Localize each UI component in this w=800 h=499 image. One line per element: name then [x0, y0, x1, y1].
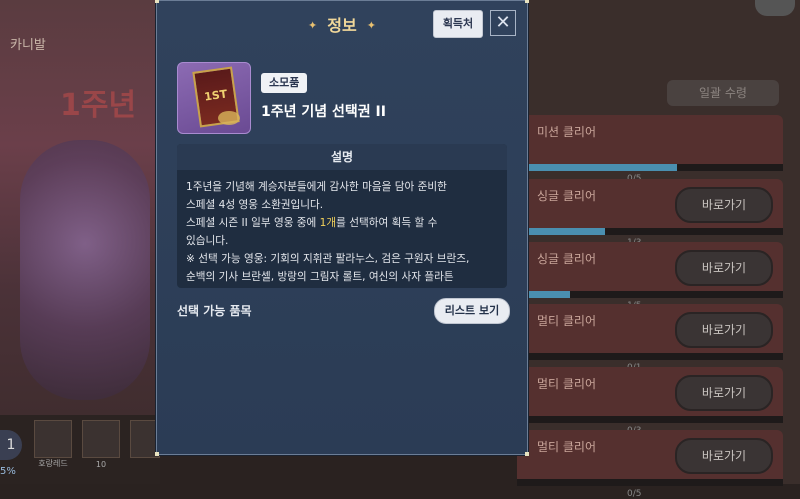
mission-list: 일괄 수령 미션 클리어0/5싱글 클리어바로가기1/3싱글 클리어바로가기1/… — [517, 0, 800, 499]
mission-count: 0/5 — [627, 489, 642, 499]
mission-progress-bar — [517, 479, 783, 486]
description-panel: 설명 1주년을 기념해 계승자분들에게 감사한 마음을 담아 준비한 스페셜 4… — [177, 144, 507, 288]
mission-title: 싱글 클리어 — [537, 189, 597, 203]
description-line: 스페셜 시즌 II 일부 영웅 중에 1개를 선택하여 획득 할 수 — [186, 217, 438, 229]
view-list-button[interactable]: 리스트 보기 — [434, 298, 510, 324]
mission-progress-bar — [517, 353, 783, 360]
description-line: 스페셜 4성 영웅 소환권입니다. — [186, 199, 324, 211]
go-to-button[interactable]: 바로가기 — [675, 312, 773, 348]
claim-all-button[interactable]: 일괄 수령 — [667, 80, 779, 106]
corner-ornament — [525, 452, 529, 456]
description-line: 있습니다. — [186, 235, 229, 247]
reward-slot[interactable]: 10 — [82, 420, 120, 469]
mission-row: 멀티 클리어 바로가기 0/5 — [517, 430, 783, 499]
dialog-header: ✦ 정보 ✦ 획득처 ✕ — [157, 1, 527, 41]
mission-title: 미션 클리어 — [537, 125, 597, 139]
acquisition-source-button[interactable]: 획득처 — [433, 10, 483, 38]
progress-fill — [517, 228, 605, 235]
description-line: 순백의 기사 브란셀, 방랑의 그림자 롤트, 여신의 사자 플라튼 — [186, 271, 454, 283]
star-icon: ✦ — [366, 19, 376, 32]
mission-title: 멀티 클리어 — [537, 314, 597, 328]
mission-title: 멀티 클리어 — [537, 440, 597, 454]
coin-decoration — [218, 111, 240, 125]
go-to-button[interactable]: 바로가기 — [675, 250, 773, 286]
mission-row: 싱글 클리어바로가기1/5 — [517, 242, 783, 311]
reward-slot[interactable]: 호랑레드 — [34, 420, 72, 468]
corner-ornament — [155, 452, 159, 456]
mission-row: 미션 클리어0/5 — [517, 115, 783, 184]
progress-fill — [517, 164, 677, 171]
event-panel: 카니발 1주년 1 5% 호랑레드 10 — [0, 0, 160, 484]
character-illustration — [20, 140, 150, 400]
menu-icon[interactable] — [755, 0, 795, 16]
highlight-count: 1개 — [319, 217, 337, 229]
mission-title: 멀티 클리어 — [537, 377, 597, 391]
mission-row: 멀티 클리어바로가기0/1 — [517, 304, 783, 373]
mission-progress-bar — [517, 164, 783, 171]
event-banner: 1주년 — [60, 88, 137, 123]
selectable-items-label: 선택 가능 품목 — [177, 304, 252, 318]
category-badge: 소모품 — [261, 73, 308, 93]
go-to-button[interactable]: 바로가기 — [675, 438, 773, 474]
mission-row: 싱글 클리어바로가기1/3 — [517, 179, 783, 248]
description-line: 1주년을 기념해 계승자분들에게 감사한 마음을 담아 준비한 — [186, 181, 447, 193]
mission-title: 싱글 클리어 — [537, 252, 597, 266]
mission-row: 멀티 클리어바로가기0/3 — [517, 367, 783, 436]
mission-progress-bar — [517, 228, 783, 235]
item-name: 1주년 기념 선택권 II — [261, 104, 386, 120]
level-percent: 5% — [0, 466, 16, 477]
star-icon: ✦ — [308, 19, 318, 32]
mission-progress-bar — [517, 291, 783, 298]
close-icon[interactable]: ✕ — [490, 10, 516, 36]
ticket-icon: 1ST — [177, 62, 251, 134]
go-to-button[interactable]: 바로가기 — [675, 375, 773, 411]
description-header: 설명 — [177, 144, 507, 170]
item-info-dialog: ✦ 정보 ✦ 획득처 ✕ 1ST 소모품 1주년 기념 선택권 II 설명 1주년을… — [155, 0, 529, 456]
description-text: 1주년을 기념해 계승자분들에게 감사한 마음을 담아 준비한 스페셜 4성 영… — [186, 178, 469, 286]
mission-progress-bar — [517, 416, 783, 423]
event-title: 카니발 — [10, 38, 46, 53]
description-line: ※ 선택 가능 영웅: 기회의 지휘관 팔라누스, 검은 구원자 브란즈, — [186, 253, 470, 265]
go-to-button[interactable]: 바로가기 — [675, 187, 773, 223]
